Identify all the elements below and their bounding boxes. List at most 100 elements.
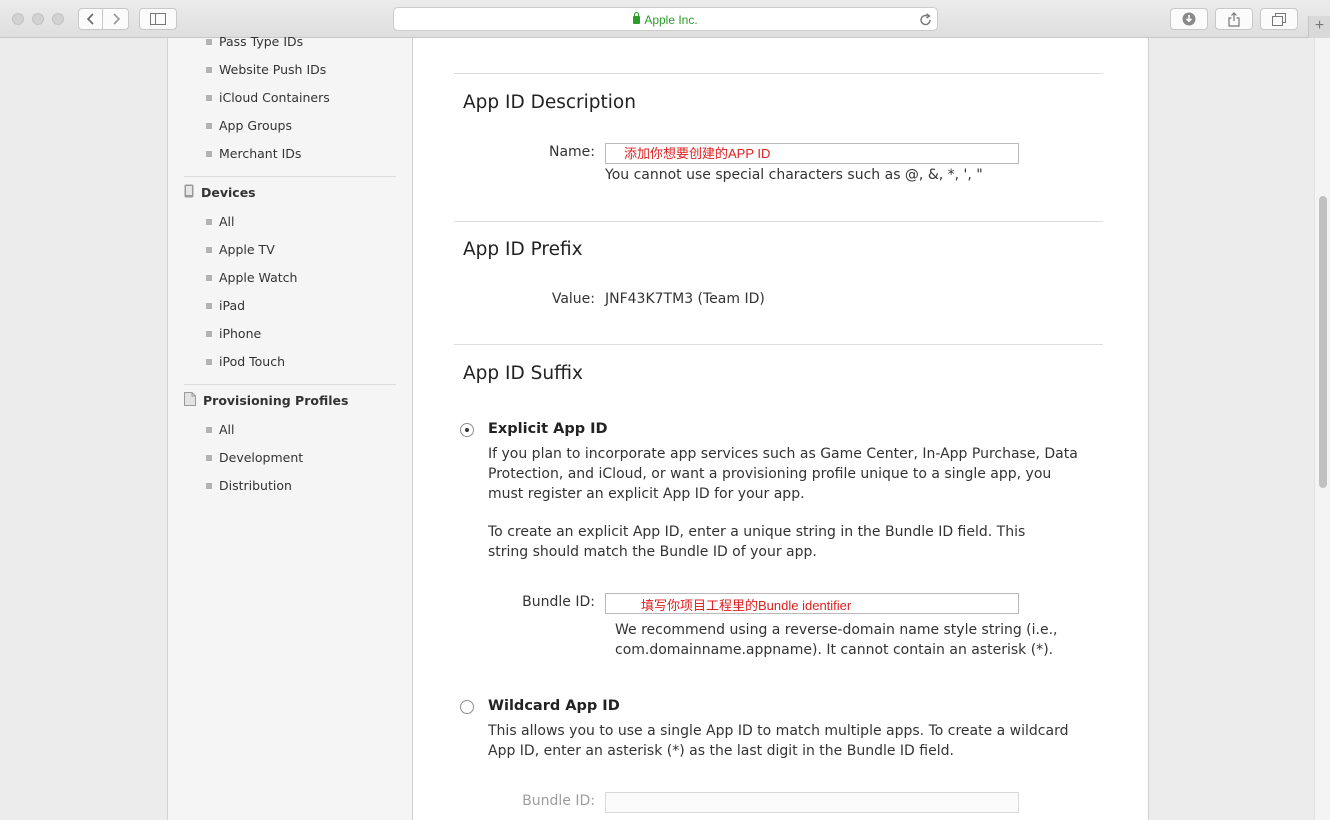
team-id-value: JNF43K7TM3 (Team ID) — [605, 291, 765, 307]
share-icon — [1228, 11, 1240, 27]
forward-button[interactable] — [103, 8, 129, 30]
browser-toolbar: Apple Inc. + — [0, 0, 1330, 38]
sidebar-item-website-push-ids[interactable]: Website Push IDs — [206, 62, 326, 77]
document-icon — [184, 392, 196, 409]
sidebar-divider — [184, 384, 396, 385]
page-background: Pass Type IDs Website Push IDs iCloud Co… — [0, 34, 1314, 820]
bundle-id-input[interactable]: 填写你项目工程里的Bundle identifier — [605, 593, 1019, 614]
sidebar-item-label: iPhone — [219, 326, 262, 341]
sidebar-item-apple-watch[interactable]: Apple Watch — [206, 270, 297, 285]
sidebar-item-label: Website Push IDs — [219, 62, 327, 77]
wildcard-bundle-id-input[interactable] — [605, 792, 1019, 813]
sidebar-item-label: iCloud Containers — [219, 90, 330, 105]
address-text: Apple Inc. — [644, 13, 698, 27]
bundle-id-label: Bundle ID: — [522, 594, 595, 610]
sidebar-heading-devices[interactable]: Devices — [184, 184, 256, 202]
sidebar-item-icloud-containers[interactable]: iCloud Containers — [206, 90, 330, 105]
bullet-icon — [206, 123, 212, 129]
sidebar-item-label: iPad — [219, 298, 246, 313]
section-divider — [454, 221, 1103, 222]
wildcard-app-id-title: Wildcard App ID — [488, 698, 620, 714]
download-icon — [1182, 12, 1196, 26]
sidebar-heading-label: Devices — [201, 185, 256, 200]
wildcard-app-id-description: This allows you to use a single App ID t… — [488, 723, 1069, 759]
sidebar-item-label: Pass Type IDs — [219, 34, 304, 49]
sidebar-icon — [150, 13, 166, 25]
bullet-icon — [206, 39, 212, 45]
sidebar-item-ipad[interactable]: iPad — [206, 298, 245, 313]
lock-icon — [633, 12, 641, 24]
section-title-suffix: App ID Suffix — [463, 363, 583, 384]
sidebar-item-merchant-ids[interactable]: Merchant IDs — [206, 146, 301, 161]
minimize-window-button[interactable] — [32, 13, 44, 25]
sidebar-item-iphone[interactable]: iPhone — [206, 326, 261, 341]
section-title-description: App ID Description — [463, 92, 636, 113]
sidebar-heading-provisioning-profiles[interactable]: Provisioning Profiles — [184, 392, 349, 410]
bullet-icon — [206, 359, 212, 365]
bullet-icon — [206, 67, 212, 73]
bullet-icon — [206, 427, 212, 433]
sidebar-item-label: Merchant IDs — [219, 146, 302, 161]
sidebar-item-apple-tv[interactable]: Apple TV — [206, 242, 275, 257]
sidebar-item-label: Apple Watch — [219, 270, 298, 285]
chevron-right-icon — [112, 13, 120, 25]
name-input[interactable]: 添加你想要创建的APP ID — [605, 143, 1019, 164]
section-divider — [454, 344, 1103, 345]
sidebar-item-label: iPod Touch — [219, 354, 285, 369]
sidebar-item-pass-type-ids[interactable]: Pass Type IDs — [206, 34, 303, 49]
sidebar-item-label: Development — [219, 450, 304, 465]
sidebar-item-distribution[interactable]: Distribution — [206, 478, 292, 493]
sidebar-item-app-groups[interactable]: App Groups — [206, 118, 292, 133]
content-container: Pass Type IDs Website Push IDs iCloud Co… — [167, 34, 1149, 820]
section-divider — [454, 73, 1103, 74]
address-bar[interactable]: Apple Inc. — [393, 7, 938, 31]
explicit-app-id-radio[interactable] — [460, 423, 474, 437]
sidebar-item-label: App Groups — [219, 118, 292, 133]
name-label: Name: — [548, 144, 595, 160]
back-button[interactable] — [78, 8, 103, 30]
bullet-icon — [206, 219, 212, 225]
new-tab-button[interactable]: + — [1308, 16, 1330, 38]
explicit-app-id-title: Explicit App ID — [488, 421, 608, 437]
bundle-id-hint: We recommend using a reverse-domain name… — [615, 622, 1058, 658]
sidebar-item-profiles-all[interactable]: All — [206, 422, 235, 437]
bullet-icon — [206, 483, 212, 489]
wildcard-app-id-radio[interactable] — [460, 700, 474, 714]
bullet-icon — [206, 303, 212, 309]
downloads-button[interactable] — [1170, 8, 1208, 30]
sidebar-item-development[interactable]: Development — [206, 450, 303, 465]
zoom-window-button[interactable] — [52, 13, 64, 25]
wildcard-bundle-id-label: Bundle ID: — [522, 793, 595, 809]
sidebar-item-devices-all[interactable]: All — [206, 214, 235, 229]
bullet-icon — [206, 95, 212, 101]
sidebar-heading-label: Provisioning Profiles — [203, 393, 349, 408]
sidebar-item-label: All — [219, 422, 235, 437]
value-label: Value: — [551, 291, 595, 307]
reload-icon[interactable] — [919, 12, 932, 31]
name-hint: You cannot use special characters such a… — [605, 167, 983, 183]
chevron-left-icon — [86, 13, 94, 25]
bullet-icon — [206, 331, 212, 337]
sidebar-toggle-button[interactable] — [139, 8, 177, 30]
sidebar-divider — [184, 176, 396, 177]
plus-icon: + — [1314, 17, 1325, 34]
tabs-overview-button[interactable] — [1260, 8, 1298, 30]
tabs-icon — [1272, 12, 1286, 26]
explicit-app-id-instructions: To create an explicit App ID, enter a un… — [488, 524, 1026, 560]
scrollbar[interactable] — [1314, 38, 1330, 820]
bundle-id-input-value: 填写你项目工程里的Bundle identifier — [641, 598, 852, 613]
close-window-button[interactable] — [12, 13, 24, 25]
explicit-app-id-description: If you plan to incorporate app services … — [488, 446, 1078, 502]
address-site: Apple Inc. — [394, 12, 937, 27]
sidebar-item-label: All — [219, 214, 235, 229]
sidebar-item-label: Distribution — [219, 478, 292, 493]
sidebar: Pass Type IDs Website Push IDs iCloud Co… — [168, 34, 413, 820]
bullet-icon — [206, 455, 212, 461]
sidebar-item-label: Apple TV — [219, 242, 275, 257]
bullet-icon — [206, 151, 212, 157]
share-button[interactable] — [1215, 8, 1253, 30]
scrollbar-thumb[interactable] — [1319, 196, 1327, 488]
sidebar-item-ipod-touch[interactable]: iPod Touch — [206, 354, 285, 369]
name-input-value: 添加你想要创建的APP ID — [624, 146, 771, 161]
section-title-prefix: App ID Prefix — [463, 239, 583, 260]
